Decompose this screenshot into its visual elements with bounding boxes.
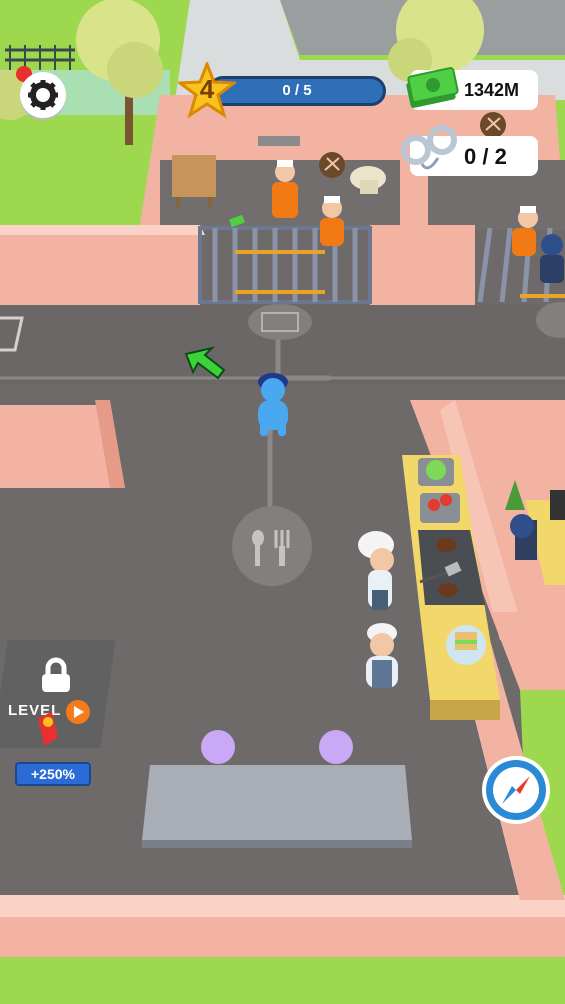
prisoner-1 bbox=[272, 160, 298, 218]
money-counter: 1342M bbox=[406, 67, 538, 110]
money-text: 1342M bbox=[464, 80, 520, 100]
cash-icon bbox=[406, 67, 459, 108]
guard-cell-2 bbox=[540, 234, 564, 283]
player-guard bbox=[258, 373, 288, 436]
pickaxe-icon bbox=[480, 112, 506, 138]
level-progress: 0 / 5 4 bbox=[178, 62, 390, 120]
lock-icon bbox=[42, 657, 70, 692]
boost-badge[interactable]: +250% bbox=[15, 762, 91, 786]
food-marker bbox=[232, 506, 312, 586]
grass-area-bottom bbox=[0, 957, 565, 1004]
prisoner-counter: 0 / 2 bbox=[401, 125, 538, 176]
cell-vent bbox=[258, 136, 300, 146]
prisoner-count-text: 0 / 2 bbox=[464, 144, 507, 169]
settings-button[interactable] bbox=[20, 72, 66, 118]
compass-icon bbox=[486, 760, 546, 820]
cell-door-marker-1 bbox=[248, 304, 312, 340]
wall-mid-front bbox=[370, 225, 475, 305]
prisoner-2 bbox=[320, 196, 344, 246]
pickaxe-icon bbox=[319, 152, 345, 178]
boost-mascot bbox=[38, 700, 90, 746]
gear-icon bbox=[28, 80, 58, 110]
compass-button[interactable] bbox=[482, 756, 550, 824]
level-number: 4 bbox=[199, 74, 215, 104]
wall-left-front bbox=[0, 225, 200, 305]
handcuffs-icon bbox=[401, 125, 457, 170]
